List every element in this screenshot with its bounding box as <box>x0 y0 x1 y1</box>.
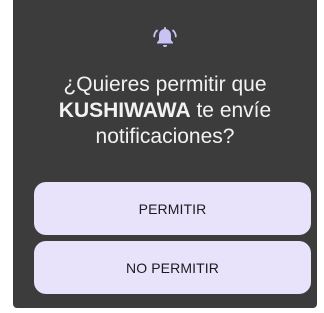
allow-button[interactable]: PERMITIR <box>34 182 311 235</box>
notification-permission-dialog: ¿Quieres permitir que KUSHIWAWA te envíe … <box>13 0 317 308</box>
bell-ringing-icon <box>152 26 178 50</box>
dialog-title: ¿Quieres permitir que KUSHIWAWA te envíe … <box>13 72 317 150</box>
deny-button[interactable]: NO PERMITIR <box>34 241 311 294</box>
app-name: KUSHIWAWA <box>58 99 191 122</box>
title-prefix: ¿Quieres permitir que <box>63 73 267 96</box>
